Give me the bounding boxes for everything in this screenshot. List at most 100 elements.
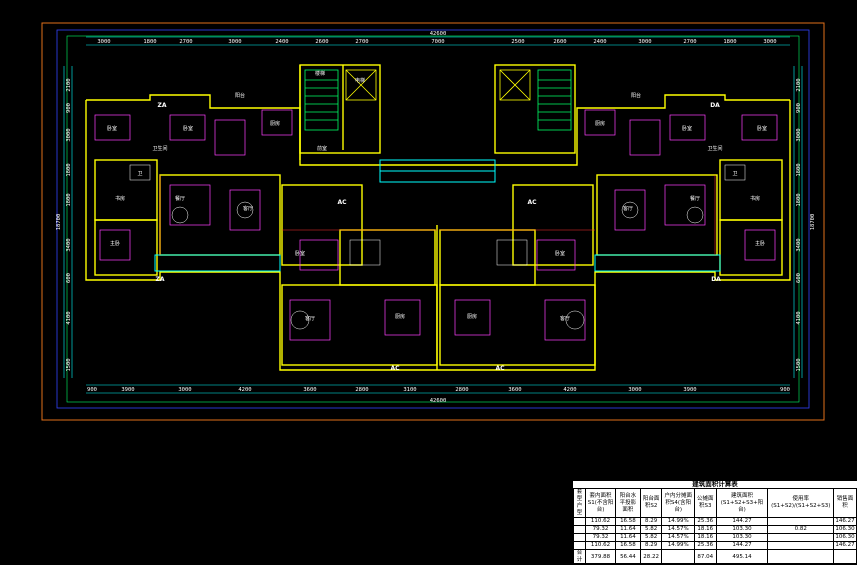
dim-top: 3000 [638,39,651,45]
area-table-header-row: 套型户型 套内面积S1(不含阳台) 阳台水平投影面积 阳台面积S2 户内分摊面积S4(含… [572,488,857,518]
dim-bottom: 3600 [508,387,521,393]
room-label: 卧室 [757,125,767,132]
dim-bottom: 2800 [355,387,368,393]
area-table-title: 建筑面积计算表 [692,480,738,488]
dim-bottom: 2800 [455,387,468,393]
room-label: 客厅 [560,315,570,322]
room-label: 厨房 [270,120,280,127]
dim-top: 3000 [228,39,241,45]
area-table-row: 79.32 11.64 5.82 14.57% 18.16 103.30 106.30 [572,533,857,542]
dim-bottom: 3600 [303,387,316,393]
room-label: 主卧 [110,240,120,247]
area-table-cell [767,533,835,542]
dim-left: 900 [66,103,72,113]
dim-right: 600 [796,273,802,283]
area-table-header: 使用率(S1+S2)/(S1+S2+S3) [767,488,835,518]
floor-plan-canvas: 42600 42600 3000 1800 2700 3000 2400 2600 2700 70… [0,0,857,563]
unit-tag: DA [710,102,720,109]
unit-tag: AC [337,199,347,206]
dim-top: 3000 [97,39,110,45]
dim-bottom: 3900 [683,387,696,393]
room-label: 主卧 [755,240,765,247]
area-table-body: 110.62 16.58 8.29 14.99% 25.36 144.27 146.27 79… [572,517,857,550]
area-table-header: 销售面积 [833,488,857,518]
area-table-header: 阳台面积S2 [639,488,663,518]
dim-left: 1800 [66,193,72,206]
area-table-row: 110.62 16.58 8.29 14.99% 25.36 144.27 146.27 [572,541,857,550]
room-label: 书房 [750,195,760,202]
room-label: 阳台 [235,92,245,99]
area-table-cell: 106.30 [833,525,857,534]
area-table-header: 套型户型 [572,488,587,518]
area-table-cell: 11.64 [615,525,641,534]
dim-left: 1800 [66,163,72,176]
area-table-cell: 25.36 [693,541,717,550]
area-table-cell: 14.99% [661,541,695,550]
dim-top: 2400 [593,39,606,45]
dim-right: 3400 [796,238,802,251]
area-table-cell: 5.82 [639,533,663,542]
room-label: 卫生间 [152,145,167,152]
dim-bottom: 4200 [563,387,576,393]
area-table-total-cell: 合计 [572,549,587,565]
room-label: 餐厅 [175,195,185,202]
room-label: 卧室 [183,125,193,132]
unit-tag: AC [495,365,505,372]
area-table-cell: 103.30 [715,533,769,542]
dim-left-total: 18700 [56,214,62,231]
room-label: 厨房 [595,120,605,127]
room-label: 电梯 [355,77,365,84]
unit-tag: AC [527,199,537,206]
area-table-header: 公摊面积S3 [693,488,717,518]
room-label: 卫 [732,171,737,177]
area-table-cell: 110.62 [585,541,617,550]
room-label: 卫 [137,171,142,177]
dim-right: 4100 [796,311,802,324]
area-table-cell [572,541,587,550]
dim-right: 900 [796,103,802,113]
area-table-cell: 14.57% [661,533,695,542]
dim-bottom: 3000 [178,387,191,393]
area-table-cell: 103.30 [715,525,769,534]
area-table-cell: 110.62 [585,517,617,526]
dim-left: 3400 [66,238,72,251]
dim-right: 2100 [796,78,802,91]
area-table-cell: 25.36 [693,517,717,526]
dim-left: 4100 [66,311,72,324]
dim-bottom: 3000 [628,387,641,393]
dim-top: 2500 [511,39,524,45]
area-table-cell: 146.27 [833,541,857,550]
area-table-cell [767,517,835,526]
dim-top: 2700 [683,39,696,45]
area-table-cell: 11.64 [615,533,641,542]
dim-right: 3000 [796,128,802,141]
room-label: 客厅 [305,315,315,322]
area-table-header: 户内分摊面积S4(含阳台) [661,488,695,518]
area-table-total-cell [661,549,695,565]
area-table-total-cell: 56.44 [615,549,641,565]
room-label: 前室 [317,145,327,152]
area-table-cell: 5.82 [639,525,663,534]
unit-tag: AC [390,365,400,372]
area-table-total-row: 合计 379.88 56.44 28.22 87.04 495.14 [572,549,857,565]
area-table-cell: 8.29 [639,541,663,550]
area-table-total-cell: 379.88 [585,549,617,565]
dim-top: 7000 [431,39,444,45]
room-label: 卧室 [107,125,117,132]
dim-bottom: 3100 [403,387,416,393]
area-table-total-cell: 28.22 [639,549,663,565]
area-table-cell: 144.27 [715,541,769,550]
unit-tag: ZA [158,102,167,109]
room-label: 卧室 [555,250,565,257]
area-table-cell [572,517,587,526]
area-table-cell: 79.32 [585,533,617,542]
dim-top: 2600 [315,39,328,45]
room-label: 楼梯 [315,70,325,77]
room-label: 卧室 [295,250,305,257]
unit-tag: ZA [156,276,165,283]
area-table-cell: 146.27 [833,517,857,526]
dim-right: 1500 [796,358,802,371]
area-table-total-cell [833,549,857,565]
area-table-cell [572,525,587,534]
area-table-header: 阳台水平投影面积 [615,488,641,518]
